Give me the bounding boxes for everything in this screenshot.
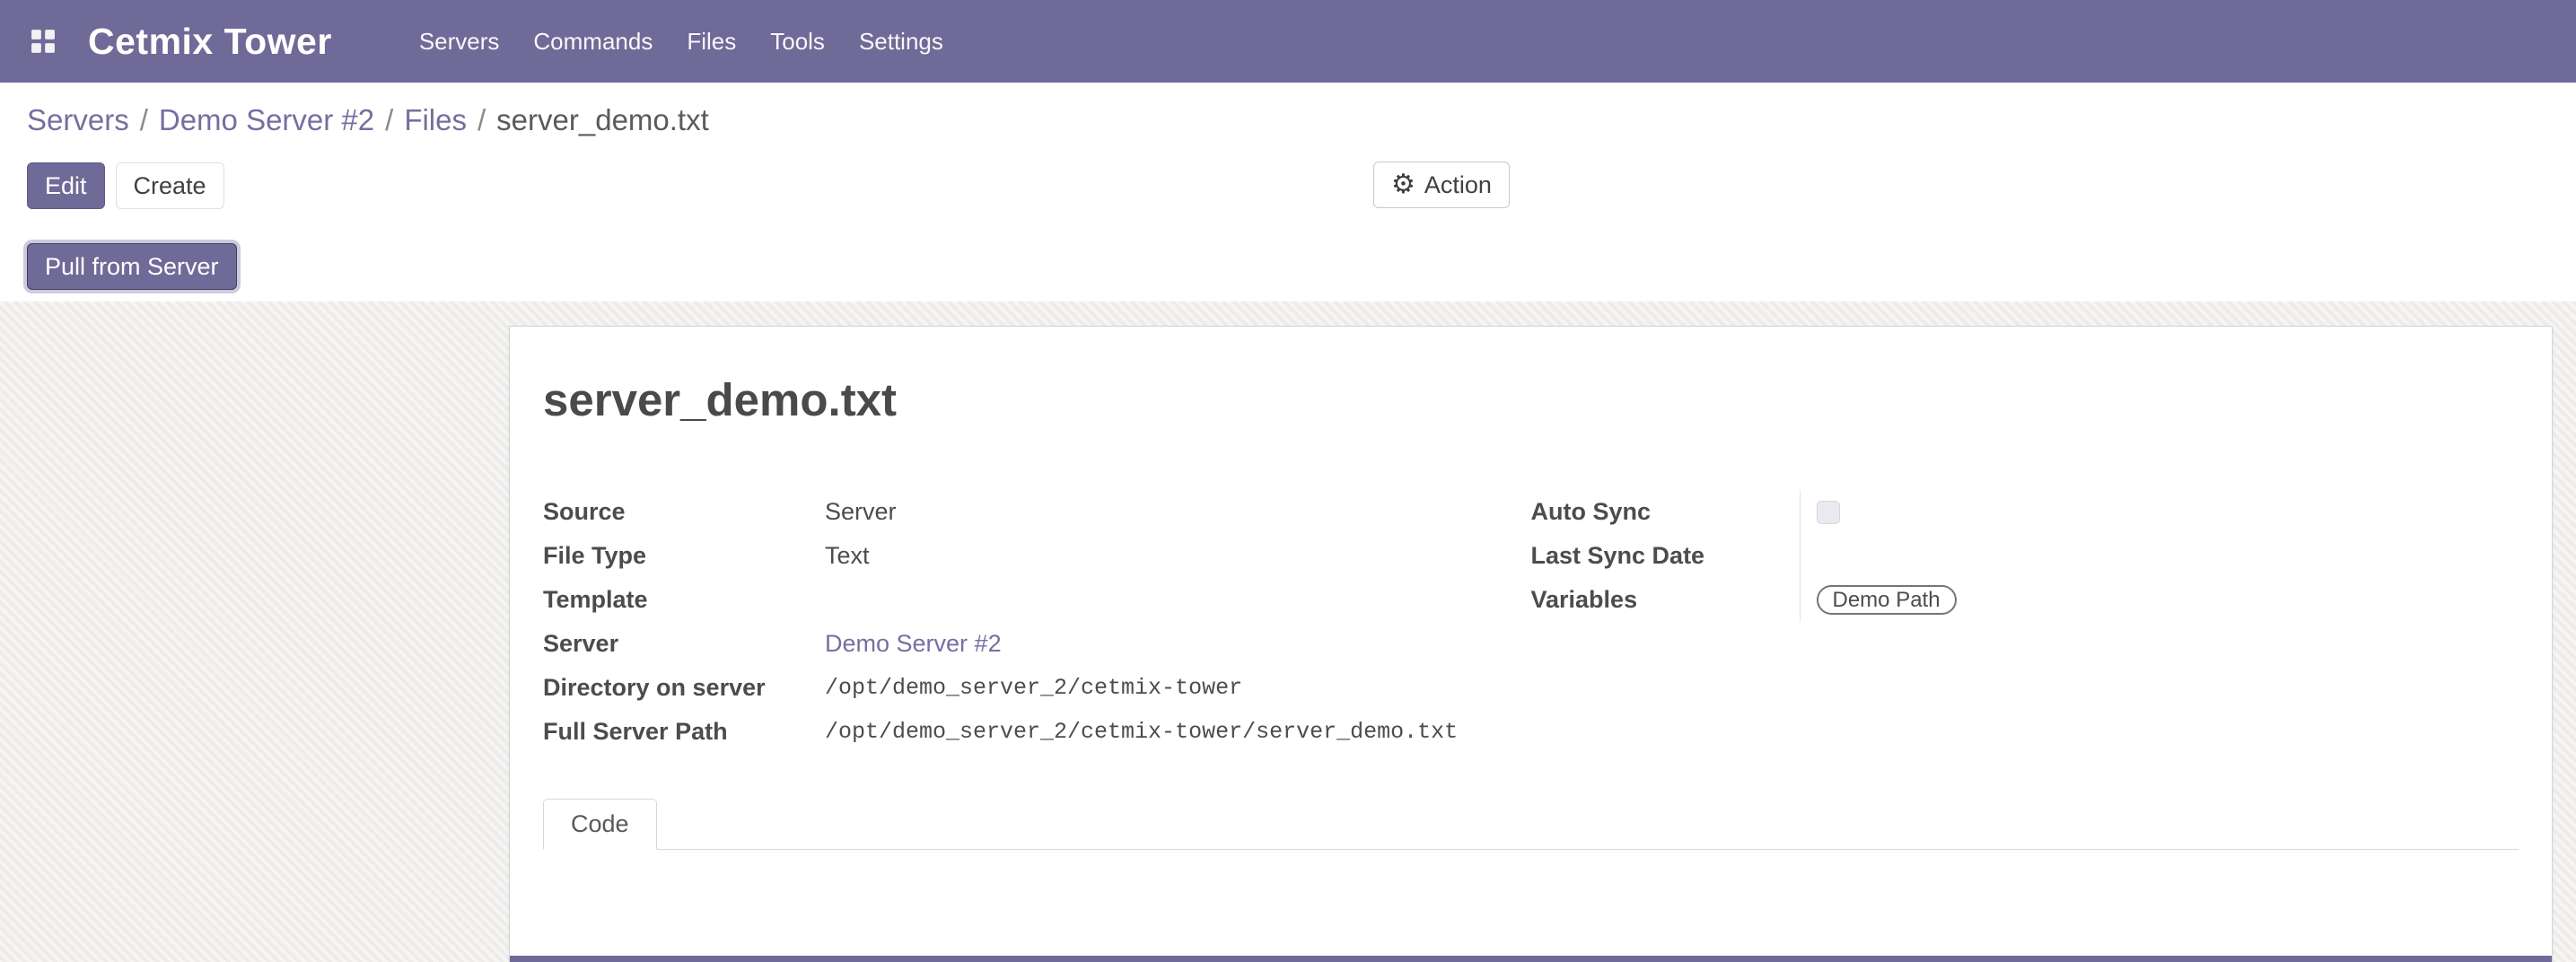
field-label-directory-on-server: Directory on server [543, 666, 825, 710]
field-group-left: Source Server File Type Text Template Se… [543, 490, 1531, 754]
action-button[interactable]: ⚙ Action [1373, 162, 1510, 208]
field-value-auto-sync [1800, 490, 2519, 534]
field-value-full-server-path: /opt/demo_server_2/cetmix-tower/server_d… [825, 710, 1531, 754]
button-row: Edit Create ⚙ Action [27, 162, 2549, 210]
app-title[interactable]: Cetmix Tower [88, 21, 332, 63]
breadcrumb-current: server_demo.txt [496, 103, 709, 136]
menu-settings[interactable]: Settings [842, 0, 960, 83]
field-value-last-sync-date [1800, 534, 2519, 578]
auto-sync-checkbox [1817, 501, 1840, 524]
menu-tools[interactable]: Tools [753, 0, 842, 83]
breadcrumb-servers[interactable]: Servers [27, 103, 129, 136]
field-label-server: Server [543, 622, 825, 666]
notebook-tabs: Code [543, 799, 2519, 850]
field-group: Source Server File Type Text Template Se… [543, 490, 2519, 754]
field-value-template [825, 578, 1531, 622]
field-label-template: Template [543, 578, 825, 622]
field-label-file-type: File Type [543, 534, 825, 578]
breadcrumb: Servers / Demo Server #2 / Files / server_demo… [27, 101, 2549, 140]
edit-button[interactable]: Edit [27, 162, 105, 209]
field-label-last-sync-date: Last Sync Date [1531, 534, 1800, 578]
breadcrumb-separator: / [478, 103, 486, 136]
pull-button-row: Pull from Server [27, 242, 2549, 291]
control-panel: Servers / Demo Server #2 / Files / server_demo… [0, 83, 2576, 302]
create-button[interactable]: Create [116, 162, 224, 209]
breadcrumb-separator: / [385, 103, 393, 136]
pull-from-server-button[interactable]: Pull from Server [27, 243, 237, 290]
field-value-directory-on-server: /opt/demo_server_2/cetmix-tower [825, 666, 1531, 710]
field-label-variables: Variables [1531, 578, 1800, 622]
field-value-server-link[interactable]: Demo Server #2 [825, 622, 1531, 666]
record-title: server_demo.txt [543, 373, 2519, 427]
field-label-source: Source [543, 490, 825, 534]
field-value-source: Server [825, 490, 1531, 534]
form-sheet: server_demo.txt Source Server File Type … [509, 326, 2553, 962]
variable-tag-demo-path: Demo Path [1817, 585, 1957, 615]
field-label-full-server-path: Full Server Path [543, 710, 825, 754]
content-area: server_demo.txt Source Server File Type … [0, 302, 2576, 962]
action-button-label: Action [1424, 171, 1492, 199]
field-label-auto-sync: Auto Sync [1531, 490, 1800, 534]
breadcrumb-files[interactable]: Files [404, 103, 467, 136]
breadcrumb-demo-server[interactable]: Demo Server #2 [159, 103, 374, 136]
gear-icon: ⚙ [1391, 171, 1415, 198]
apps-grid-icon [31, 29, 56, 54]
top-navbar: Cetmix Tower Servers Commands Files Tool… [0, 0, 2576, 83]
field-value-variables: Demo Path [1800, 578, 2519, 622]
field-value-file-type: Text [825, 534, 1531, 578]
tab-code[interactable]: Code [543, 799, 657, 850]
menu-commands[interactable]: Commands [516, 0, 670, 83]
main-menu: Servers Commands Files Tools Settings [402, 0, 960, 83]
field-group-right: Auto Sync Last Sync Date Variables Demo … [1531, 490, 2519, 622]
menu-servers[interactable]: Servers [402, 0, 517, 83]
menu-files[interactable]: Files [670, 0, 753, 83]
apps-menu-button[interactable] [27, 25, 59, 57]
breadcrumb-separator: / [140, 103, 148, 136]
tab-content [543, 850, 2519, 949]
code-editor-strip [510, 956, 2552, 962]
